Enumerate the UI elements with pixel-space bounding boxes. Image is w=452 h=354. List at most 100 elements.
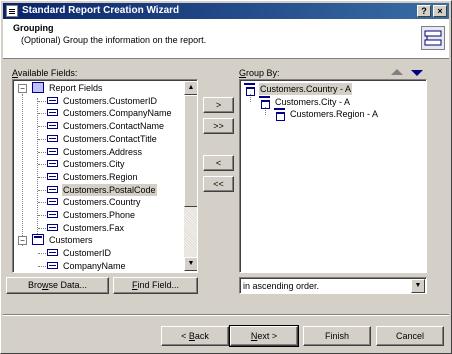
- chevron-down-icon[interactable]: ▼: [411, 279, 425, 293]
- wizard-window: Standard Report Creation Wizard ? × Grou…: [0, 0, 452, 354]
- remove-field-button[interactable]: <: [203, 155, 234, 171]
- group-item-label: Customers.City - A: [275, 96, 351, 107]
- tree-item-label: Customers.City: [63, 159, 125, 170]
- scroll-down-button[interactable]: ▼: [184, 257, 197, 271]
- tree-item[interactable]: Customers.ContactTitle: [13, 133, 183, 145]
- finish-button[interactable]: Finish: [303, 326, 371, 346]
- footer-divider: [3, 314, 449, 316]
- sort-order-dropdown[interactable]: in ascending order. ▼: [239, 277, 427, 294]
- tree-item-label: CustomerID: [63, 248, 112, 259]
- tree-item-label: Customers.Region: [63, 171, 138, 182]
- scroll-thumb[interactable]: [184, 95, 197, 207]
- add-field-button[interactable]: >: [203, 97, 234, 113]
- scroll-up-button[interactable]: ▲: [184, 81, 197, 95]
- tree-item[interactable]: Customers.Fax: [13, 222, 183, 234]
- next-button[interactable]: Next >: [229, 325, 299, 347]
- back-button[interactable]: < Back: [161, 326, 229, 346]
- tree-item-label: Customers.Country: [63, 197, 141, 208]
- tree-item-label: Customers.CustomerID: [63, 95, 158, 106]
- cancel-button[interactable]: Cancel: [376, 326, 444, 346]
- tree-item[interactable]: Customers.PostalCode: [13, 183, 183, 196]
- tree-item[interactable]: Customers.CustomerID: [13, 95, 183, 107]
- tree-guide: [38, 176, 46, 178]
- tree-guide: [38, 265, 46, 267]
- group-item-label: Customers.Country - A: [259, 83, 353, 95]
- close-button[interactable]: ×: [433, 5, 447, 17]
- group-by-list[interactable]: Customers.Country - A Customers.City - A C…: [239, 79, 427, 273]
- group-icon: [259, 95, 270, 109]
- tree-guide: [38, 113, 46, 115]
- app-icon: [6, 5, 18, 17]
- group-item[interactable]: Customers.City - A: [240, 95, 424, 109]
- title-bar[interactable]: Standard Report Creation Wizard ? ×: [3, 3, 449, 19]
- page-title: Grouping: [13, 23, 54, 33]
- field-icon: [47, 147, 58, 155]
- move-up-icon[interactable]: [391, 69, 403, 75]
- tree-item[interactable]: Customers.Region: [13, 171, 183, 183]
- sort-order-value: in ascending order.: [243, 281, 320, 291]
- grouping-icon: [421, 26, 445, 50]
- tree-item[interactable]: Customers.ContactName: [13, 120, 183, 132]
- field-icon: [47, 261, 58, 269]
- tree-guide: [38, 151, 46, 153]
- group-item[interactable]: Customers.Region - A: [240, 108, 424, 121]
- move-down-icon[interactable]: [411, 70, 423, 76]
- collapse-icon[interactable]: −: [18, 236, 27, 246]
- tree-guide: [38, 189, 46, 191]
- group-by-label: Group By:: [239, 68, 280, 78]
- table-icon: [32, 234, 44, 246]
- field-icon: [47, 223, 58, 231]
- tree-item[interactable]: CompanyName: [13, 260, 183, 272]
- report-fields-icon: [32, 82, 44, 93]
- window-title: Standard Report Creation Wizard: [22, 5, 180, 16]
- tree-guide: [38, 126, 46, 128]
- field-icon: [47, 198, 58, 206]
- tree-item-label: Report Fields: [49, 83, 103, 93]
- tree-item[interactable]: − Customers: [13, 234, 183, 246]
- group-icon: [274, 108, 285, 121]
- page-subtitle: (Optional) Group the information on the …: [21, 35, 207, 45]
- help-button[interactable]: ?: [417, 5, 431, 17]
- tree-item[interactable]: Customers.Country: [13, 196, 183, 208]
- tree-item[interactable]: − Report Fields: [13, 82, 183, 94]
- tree-item-label: Customers: [49, 235, 93, 246]
- find-field-button[interactable]: Find Field...: [113, 277, 198, 294]
- tree-item[interactable]: CustomerID: [13, 247, 183, 259]
- field-icon: [47, 172, 58, 180]
- tree-guide: [38, 227, 46, 229]
- tree-item[interactable]: Customers.Phone: [13, 209, 183, 221]
- browse-data-button[interactable]: Browse Data...: [6, 277, 109, 294]
- field-icon: [47, 249, 58, 257]
- field-icon: [47, 134, 58, 142]
- tree-item-label: CompanyName: [63, 260, 126, 271]
- tree-item[interactable]: Customers.CompanyName: [13, 107, 183, 119]
- tree-guide: [38, 138, 46, 140]
- group-item-label: Customers.Region - A: [290, 109, 379, 119]
- collapse-icon[interactable]: −: [18, 84, 27, 93]
- field-icon: [47, 96, 58, 104]
- tree-item-label: Customers.Phone: [63, 210, 136, 220]
- field-icon: [47, 109, 58, 117]
- tree-item-label: Customers.Address: [63, 146, 143, 157]
- tree-item-label: Customers.PostalCode: [62, 183, 157, 196]
- group-item[interactable]: Customers.Country - A: [240, 83, 424, 96]
- remove-all-fields-button[interactable]: <<: [203, 176, 234, 192]
- tree-item[interactable]: Customers.City: [13, 158, 183, 170]
- tree-guide: [38, 202, 46, 204]
- tree-guide: [38, 164, 46, 166]
- available-scrollbar[interactable]: ▲ ▼: [184, 81, 197, 271]
- field-icon: [47, 122, 58, 130]
- add-all-fields-button[interactable]: >>: [203, 118, 234, 134]
- tree-guide: [38, 215, 46, 216]
- wizard-header: Grouping (Optional) Group the informatio…: [3, 19, 449, 59]
- available-fields-tree[interactable]: − Report Fields Customers.CustomerID Custom…: [12, 79, 198, 273]
- tree-item-label: Customers.ContactName: [63, 121, 165, 132]
- field-icon: [47, 211, 58, 218]
- tree-item[interactable]: Customers.Address: [13, 146, 183, 158]
- tree-guide: [38, 253, 46, 255]
- tree-item-label: Customers.CompanyName: [63, 108, 172, 119]
- tree-item-label: Customers.ContactTitle: [63, 133, 157, 144]
- available-fields-label: Available Fields:: [12, 68, 78, 78]
- tree-item-label: Customers.Fax: [63, 222, 125, 233]
- field-icon: [47, 185, 58, 193]
